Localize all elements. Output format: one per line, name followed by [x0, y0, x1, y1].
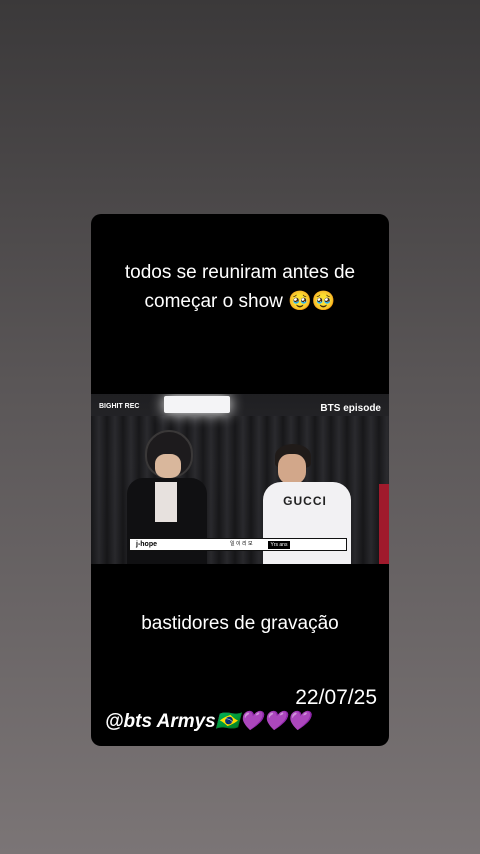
- center-subtitle: 일 이 리 모: [230, 541, 253, 547]
- name-lower-third: j-hope Yrs ans 일 이 리 모: [129, 538, 347, 551]
- middle-caption: bastidores de gravação: [141, 613, 339, 634]
- small-subtitle: Yrs ans: [268, 541, 290, 549]
- face: [278, 454, 306, 484]
- person-edge: [379, 484, 389, 564]
- gucci-logo: GUCCI: [283, 494, 327, 508]
- bighit-logo: BIGHIT REC: [99, 403, 140, 410]
- ceiling-light: [164, 396, 230, 413]
- name-tag: j-hope: [136, 541, 157, 548]
- post-date: 22/07/25: [295, 686, 377, 709]
- account-handle: @bts Armys🇧🇷💜💜💜: [105, 711, 311, 732]
- story-card[interactable]: todos se reuniram antes de começar o sho…: [91, 214, 389, 746]
- video-frame[interactable]: BIGHIT REC BTS episode GUCCI j-hope Yrs …: [91, 394, 389, 564]
- face: [155, 454, 181, 478]
- shirt: [155, 482, 177, 522]
- sweatshirt: GUCCI: [263, 482, 351, 564]
- bts-episode-logo: BTS episode: [320, 403, 381, 414]
- top-caption: todos se reuniram antes de começar o sho…: [124, 262, 356, 312]
